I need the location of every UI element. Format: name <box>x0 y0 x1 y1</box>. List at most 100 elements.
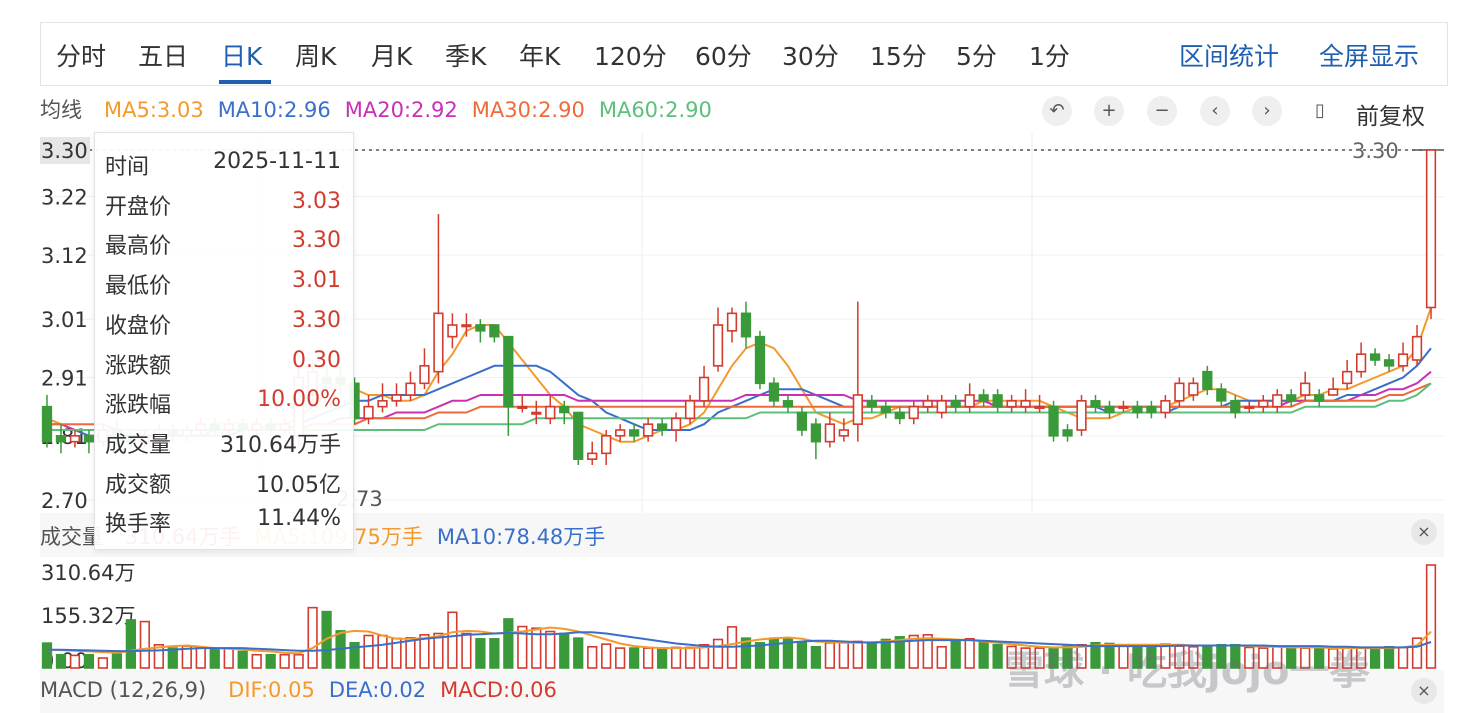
candle-body <box>419 365 430 385</box>
tooltip-value: 3.01 <box>292 268 341 294</box>
candle-body <box>992 394 1003 408</box>
candle-body <box>1104 405 1115 414</box>
candle-body <box>1397 353 1409 367</box>
candle-body <box>670 417 682 431</box>
candle-body <box>1048 405 1059 437</box>
candle-body <box>712 324 724 367</box>
candle-body <box>433 312 444 373</box>
candle-body <box>1202 370 1213 390</box>
candle-body <box>1034 405 1045 409</box>
volume-bar <box>545 630 556 669</box>
volume-bar <box>377 634 388 669</box>
legend-item: MA10:78.48万手 <box>436 525 606 549</box>
volume-bar <box>796 642 808 669</box>
legend-item: MACD:0.06 <box>440 678 557 702</box>
tooltip-key: 最高价 <box>105 234 172 260</box>
tooltip-row: 换手率 11.44% <box>105 500 341 540</box>
candle[interactable] <box>1076 395 1087 436</box>
tooltip-key: 涨跌额 <box>105 353 172 379</box>
candle-body <box>55 435 67 443</box>
candle[interactable] <box>754 330 766 390</box>
candle-body <box>838 429 849 437</box>
candle-body <box>894 411 905 420</box>
candle-body <box>642 423 654 437</box>
price-tick-label: 3.22 <box>41 186 88 210</box>
candle-body <box>740 312 752 338</box>
volume-bar <box>293 653 304 669</box>
volume-bar <box>41 642 53 669</box>
candle[interactable] <box>1048 400 1059 442</box>
candle-body <box>629 429 640 437</box>
candle-body <box>447 324 458 338</box>
candle-body <box>950 400 961 408</box>
tooltip-key: 收盘价 <box>105 313 172 339</box>
tooltip-value: 3.30 <box>292 228 341 254</box>
volume-bar <box>237 650 248 669</box>
volume-bar <box>489 638 500 669</box>
volume-bar <box>1397 646 1409 669</box>
tooltip-row: 时间 2025-11-11 <box>105 143 341 183</box>
candle-body <box>978 394 989 402</box>
volume-bar <box>573 637 584 669</box>
candle-body <box>1230 400 1241 414</box>
volume-bar <box>978 641 989 669</box>
volume-bar <box>768 637 780 669</box>
volume-bar <box>684 646 696 669</box>
volume-bar <box>69 654 81 669</box>
volume-bar <box>503 618 514 669</box>
volume-bar <box>111 653 123 669</box>
candle-body <box>796 411 808 431</box>
ohlc-tooltip: 时间 2025-11-11 开盘价 3.03 最高价 3.30 最低价 3.01 收盘价 3.30… <box>94 132 354 550</box>
candle-body <box>1383 359 1395 367</box>
volume-bar <box>97 657 109 669</box>
candle-body <box>1146 405 1157 414</box>
candle-body <box>768 382 780 402</box>
tooltip-value: 10.00% <box>257 387 341 413</box>
candle-body <box>1020 400 1031 408</box>
volume-bar <box>810 645 822 669</box>
candle-body <box>1355 353 1367 373</box>
volume-bar <box>964 638 975 669</box>
candle-body <box>531 411 542 415</box>
candle-body <box>83 435 95 443</box>
volume-bar <box>656 647 668 669</box>
candle-body <box>1341 370 1353 385</box>
candle-body <box>656 423 668 431</box>
candle-body <box>1118 405 1129 409</box>
candle-body <box>824 423 836 443</box>
volume-bar <box>559 632 570 669</box>
candle-body <box>545 405 556 420</box>
legend-label: MACD (12,26,9) <box>40 678 207 702</box>
candle-body <box>1300 382 1311 396</box>
price-tick-label: 2.91 <box>41 367 88 391</box>
price-tick-label: 3.30 <box>41 139 88 163</box>
volume-bar <box>167 647 178 669</box>
tooltip-row: 涨跌额 0.30 <box>105 342 341 382</box>
candle[interactable] <box>573 411 584 466</box>
volume-bar <box>195 647 206 669</box>
candle-body <box>936 400 947 414</box>
volume-bar <box>251 653 262 669</box>
candle-body <box>1369 353 1381 361</box>
candle[interactable] <box>1425 149 1437 320</box>
candle-body <box>1076 400 1087 431</box>
candle-body <box>1286 394 1297 402</box>
tooltip-key: 最低价 <box>105 274 172 300</box>
tooltip-key: 开盘价 <box>105 194 172 220</box>
close-macd-icon[interactable]: × <box>1411 678 1437 704</box>
candle-body <box>698 376 710 402</box>
close-volume-icon[interactable]: × <box>1411 519 1437 545</box>
volume-bar <box>363 634 374 669</box>
last-price-label: 3.30 <box>1352 139 1399 163</box>
volume-tick-label: 155.32万 <box>41 604 135 628</box>
volume-bar <box>629 647 640 669</box>
tooltip-row: 开盘价 3.03 <box>105 183 341 223</box>
candle-body <box>1160 400 1171 414</box>
volume-bar <box>1383 645 1395 669</box>
tooltip-key: 时间 <box>105 155 150 180</box>
candle-body <box>363 405 374 420</box>
candle-body <box>69 435 81 443</box>
volume-bar <box>279 653 290 669</box>
candle-body <box>1411 335 1423 361</box>
candle-body <box>782 400 794 408</box>
